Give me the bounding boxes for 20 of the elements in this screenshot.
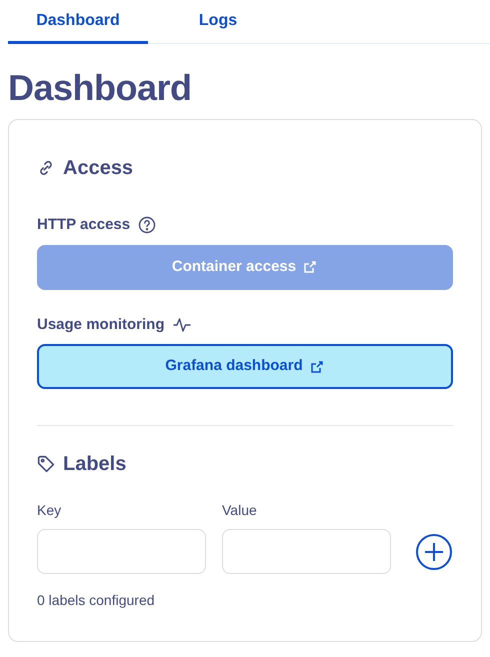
- group-label: HTTP access: [37, 215, 130, 236]
- link-icon: [37, 159, 55, 178]
- section-heading: Access: [63, 156, 134, 180]
- input-field[interactable]: [222, 529, 391, 574]
- pulse-icon: [172, 316, 191, 334]
- page-title: Dashboard: [8, 66, 193, 110]
- tab[interactable]: Dashboard: [8, 0, 148, 44]
- help-icon: [138, 216, 156, 234]
- external-link-icon: [302, 259, 318, 276]
- add-button[interactable]: [415, 533, 453, 572]
- tag-icon: [37, 455, 55, 474]
- label-count: 0 labels configured: [37, 591, 156, 610]
- tab[interactable]: Logs: [148, 0, 288, 44]
- link-button[interactable]: Grafana dashboard: [37, 344, 453, 390]
- external-link-icon: [308, 358, 325, 375]
- section-heading: Labels: [63, 452, 126, 476]
- input-field[interactable]: [37, 529, 206, 574]
- field-label: Value: [222, 501, 258, 520]
- group-label: Usage monitoring: [37, 314, 165, 335]
- field-label: Key: [37, 501, 62, 520]
